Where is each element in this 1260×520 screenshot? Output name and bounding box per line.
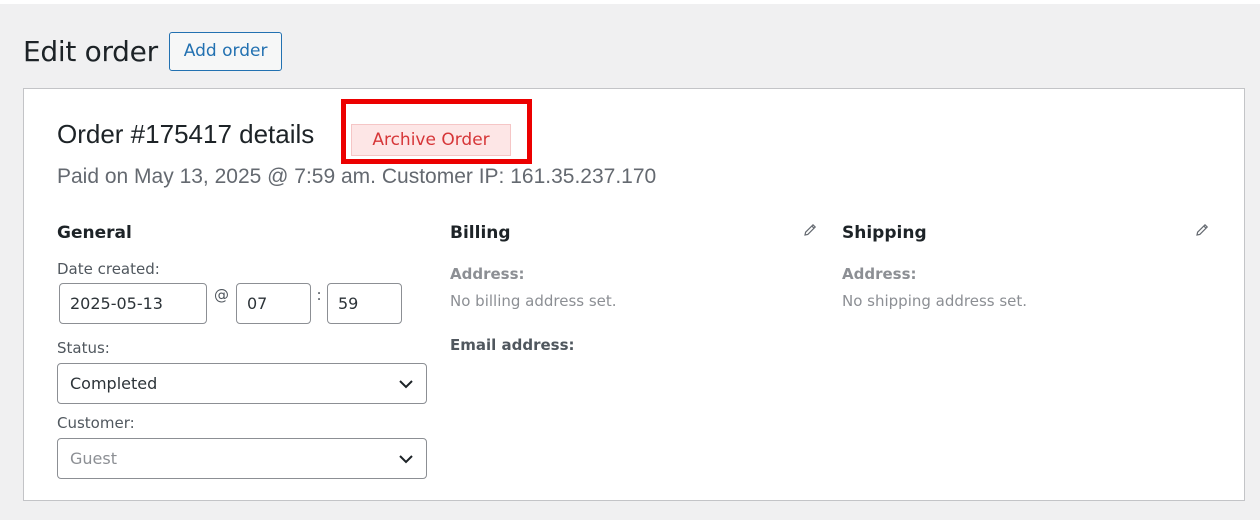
status-label: Status: bbox=[57, 339, 110, 357]
shipping-column: Shipping Address: No shipping address se… bbox=[842, 221, 1212, 310]
page-title: Edit order bbox=[23, 34, 158, 68]
customer-select[interactable]: Guest bbox=[57, 438, 427, 479]
shipping-address-value: No shipping address set. bbox=[842, 292, 1028, 310]
shipping-address-label: Address: bbox=[842, 265, 917, 283]
page-heading-row: Edit order Add order bbox=[23, 31, 283, 71]
date-created-row: 2025-05-13 @ 07 : 59 bbox=[57, 283, 427, 324]
customer-select-value: Guest bbox=[70, 449, 117, 468]
archive-order-button[interactable]: Archive Order bbox=[351, 124, 511, 156]
order-title: Order #175417 details bbox=[57, 119, 315, 149]
billing-column: Billing Address: No billing address set.… bbox=[450, 221, 820, 354]
top-strip bbox=[0, 0, 1260, 4]
order-meta: Paid on May 13, 2025 @ 7:59 am. Customer… bbox=[57, 165, 657, 188]
date-created-label: Date created: bbox=[57, 260, 160, 278]
add-order-button[interactable]: Add order bbox=[168, 31, 283, 71]
billing-address-label: Address: bbox=[450, 265, 525, 283]
chevron-down-icon bbox=[399, 379, 413, 388]
status-select[interactable]: Completed bbox=[57, 363, 427, 404]
customer-label: Customer: bbox=[57, 414, 135, 432]
archive-highlight-box: Archive Order bbox=[341, 99, 532, 164]
chevron-down-icon bbox=[399, 454, 413, 463]
general-column: General Date created: 2025-05-13 @ 07 : … bbox=[57, 221, 427, 479]
billing-email-label: Email address: bbox=[450, 336, 575, 354]
pencil-icon[interactable] bbox=[802, 222, 818, 238]
order-title-row: Order #175417 details bbox=[57, 119, 314, 150]
colon-separator: : bbox=[316, 285, 322, 304]
billing-address-value: No billing address set. bbox=[450, 292, 617, 310]
minute-input[interactable]: 59 bbox=[327, 283, 402, 324]
status-select-value: Completed bbox=[70, 374, 158, 393]
pencil-icon[interactable] bbox=[1194, 222, 1210, 238]
billing-heading: Billing bbox=[450, 223, 511, 243]
date-created-input[interactable]: 2025-05-13 bbox=[59, 283, 207, 324]
shipping-heading: Shipping bbox=[842, 223, 927, 243]
general-heading: General bbox=[57, 223, 132, 243]
at-separator: @ bbox=[214, 285, 229, 304]
hour-input[interactable]: 07 bbox=[236, 283, 311, 324]
order-details-panel: Order #175417 details Archive Order Paid… bbox=[23, 88, 1245, 501]
